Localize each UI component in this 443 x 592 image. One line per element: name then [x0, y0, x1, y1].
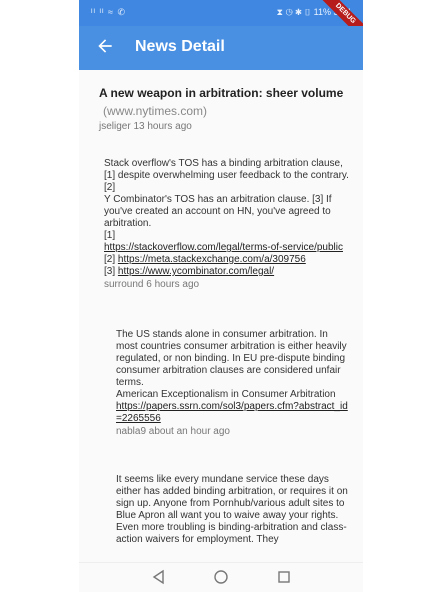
- comment-ref: [2]: [104, 254, 118, 265]
- story-meta: jseliger 13 hours ago: [99, 121, 192, 132]
- back-arrow-icon[interactable]: [93, 36, 117, 60]
- comment-text: The US stands alone in consumer arbitrat…: [116, 329, 347, 388]
- square-recents-icon[interactable]: [276, 569, 292, 585]
- app-bar: News Detail: [79, 26, 363, 70]
- comment-text: It seems like every mundane service thes…: [116, 474, 348, 521]
- phone-screen: ᴵᴵ ᴵᴵ ≈ ✆ ⧗ ◷ ✱ ▯ 11% 3:24 DEBUG News De…: [79, 0, 363, 592]
- comment-meta: nabla9 about an hour ago: [116, 426, 230, 437]
- comment: The US stands alone in consumer arbitrat…: [116, 329, 351, 438]
- system-nav-bar: [79, 562, 363, 592]
- square-recents-icon-svg: [278, 571, 290, 583]
- comment-ref: [3]: [104, 266, 118, 277]
- circle-home-icon[interactable]: [213, 569, 229, 585]
- comment-link[interactable]: https://www.ycombinator.com/legal/: [118, 266, 274, 277]
- comment: It seems like every mundane service thes…: [116, 474, 351, 546]
- story-domain[interactable]: (www.nytimes.com): [103, 104, 207, 118]
- story-title[interactable]: A new weapon in arbitration: sheer volum…: [99, 86, 343, 100]
- back-arrow-icon-svg: [98, 39, 112, 53]
- comment-text: Y Combinator's TOS has an arbitration cl…: [104, 194, 332, 229]
- status-bar: ᴵᴵ ᴵᴵ ≈ ✆ ⧗ ◷ ✱ ▯ 11% 3:24 DEBUG: [79, 0, 363, 47]
- comment-text: American Exceptionalism in Consumer Arbi…: [116, 389, 336, 400]
- comment-link[interactable]: https://stackoverflow.com/legal/terms-of…: [104, 242, 343, 253]
- comment-text: Even more troubling is binding-arbitrati…: [116, 522, 347, 545]
- story-header: A new weapon in arbitration: sheer volum…: [99, 84, 349, 133]
- page-title: News Detail: [135, 38, 225, 55]
- circle-home-icon-svg: [214, 570, 228, 584]
- comment: Stack overflow's TOS has a binding arbit…: [104, 158, 349, 291]
- comment-text: [1]: [104, 230, 116, 241]
- news-detail-content[interactable]: A new weapon in arbitration: sheer volum…: [79, 70, 363, 562]
- triangle-back-icon-svg: [152, 569, 164, 585]
- comment-meta: surround 6 hours ago: [104, 279, 200, 290]
- triangle-back-icon[interactable]: [151, 569, 167, 585]
- comment-link[interactable]: https://papers.ssrn.com/sol3/papers.cfm?…: [116, 401, 348, 424]
- comment-text: Stack overflow's TOS has a binding arbit…: [104, 158, 349, 193]
- comment-link[interactable]: https://meta.stackexchange.com/a/309756: [118, 254, 306, 265]
- status-left-icons: ᴵᴵ ᴵᴵ ≈ ✆: [91, 7, 126, 17]
